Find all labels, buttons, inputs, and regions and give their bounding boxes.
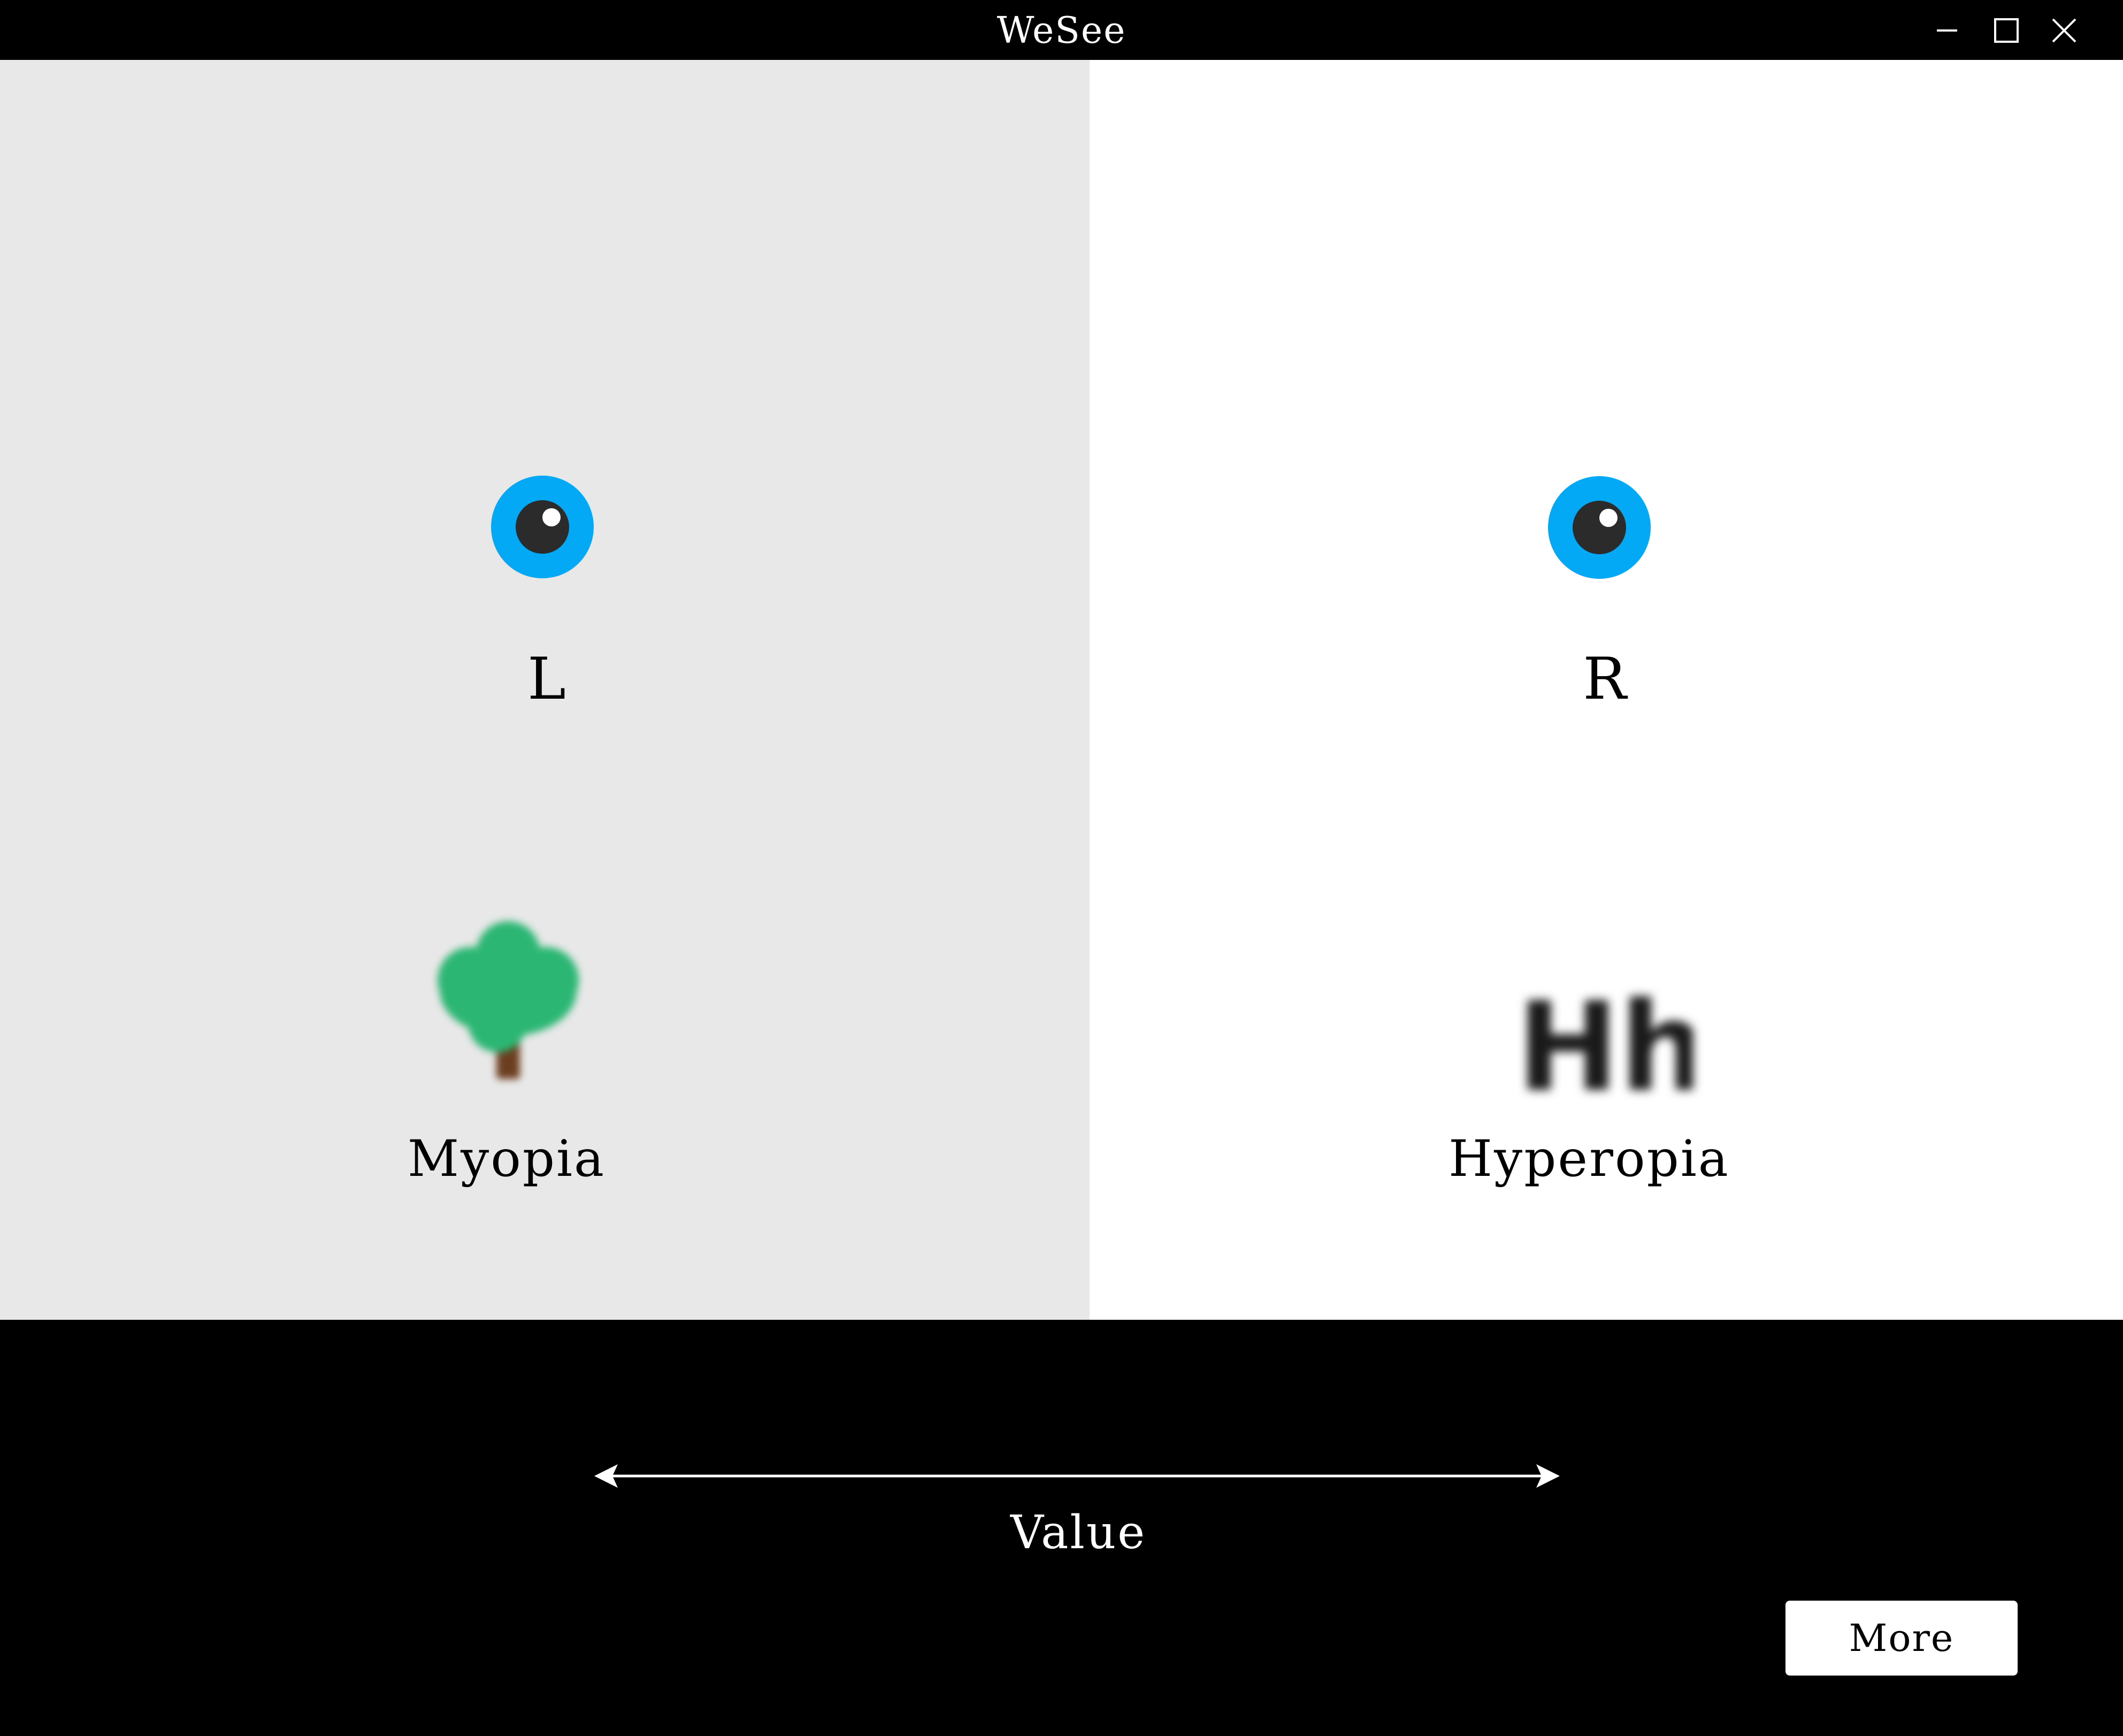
right-eye-label: R xyxy=(1583,646,1627,713)
close-button[interactable] xyxy=(2044,11,2084,50)
close-icon xyxy=(2052,18,2076,43)
value-label: Value xyxy=(1010,1506,1147,1559)
hyperopia-label: Hyperopia xyxy=(1448,1130,1730,1188)
blurred-letters-icon: Hh xyxy=(1511,951,1693,1127)
more-button[interactable]: More xyxy=(1785,1601,2018,1676)
double-arrow-icon[interactable] xyxy=(592,1460,1562,1492)
maximize-icon xyxy=(1994,18,2019,43)
minimize-button[interactable] xyxy=(1927,11,1967,50)
myopia-label: Myopia xyxy=(407,1130,606,1188)
eye-icon xyxy=(491,476,594,578)
right-eye-panel[interactable]: R Hh Hyperopia xyxy=(1090,60,2123,1320)
minimize-icon xyxy=(1937,29,1957,32)
left-eye-label: L xyxy=(527,646,566,713)
window-title: WeSee xyxy=(997,10,1126,52)
svg-text:Hh: Hh xyxy=(1516,976,1693,1119)
eye-icon xyxy=(1548,476,1651,579)
blurred-tree-icon xyxy=(428,916,588,1146)
title-bar: WeSee xyxy=(0,0,2123,60)
maximize-button[interactable] xyxy=(1987,11,2026,50)
left-eye-panel[interactable]: L Myopia xyxy=(0,60,1090,1320)
